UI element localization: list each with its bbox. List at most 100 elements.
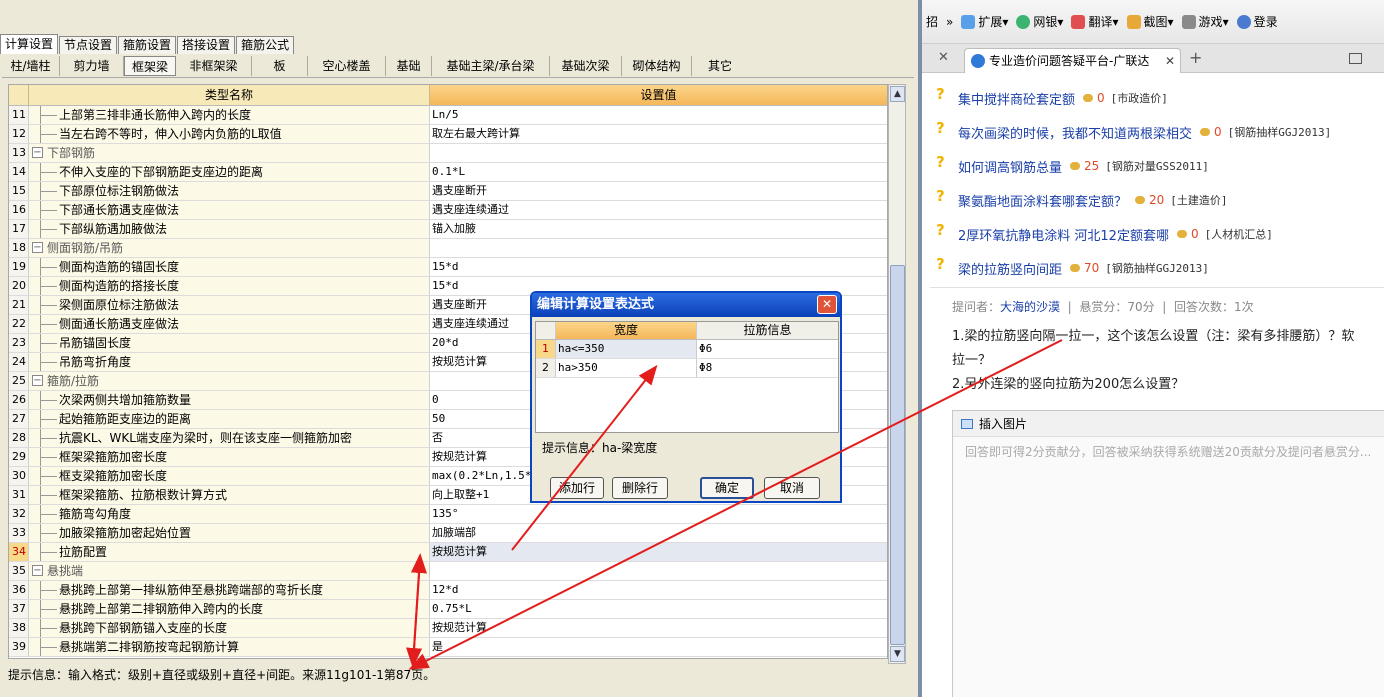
scroll-down-icon[interactable]: ▼ xyxy=(890,646,905,662)
delete-row-button[interactable]: 删除行 xyxy=(612,477,668,499)
row-number: 27 xyxy=(9,410,29,428)
question-score: 25 xyxy=(1084,159,1100,173)
tab-stirrup-formula[interactable]: 箍筋公式 xyxy=(236,36,295,54)
toolbar-screenshot[interactable]: 截图 ▾ xyxy=(1126,13,1174,30)
cat-tab-non-frame-beam[interactable]: 非框架梁 xyxy=(176,55,252,76)
table-row[interactable]: 33 加腋梁箍筋加密起始位置 加腋端部 xyxy=(9,524,887,543)
setting-value-cell[interactable]: 0.1*L xyxy=(430,163,887,181)
question-link[interactable]: 集中搅拌商砼套定额 xyxy=(958,89,1075,108)
group-row[interactable]: 13− 下部钢筋 xyxy=(9,144,887,163)
type-name-label: 框架梁箍筋、拉筋根数计算方式 xyxy=(59,488,228,502)
insert-image-button[interactable]: 插入图片 xyxy=(979,417,1027,431)
setting-value-cell[interactable] xyxy=(430,144,887,162)
answer-editor[interactable]: 插入图片 回答即可得2分贡献分，回答被采纳获得系统赠送20贡献分及提问者悬赏分.… xyxy=(952,410,1384,697)
table-row[interactable]: 37 悬挑跨上部第二排钢筋伸入跨内的长度 0.75*L xyxy=(9,600,887,619)
setting-value-cell[interactable]: 遇支座连续通过 xyxy=(430,201,887,219)
table-row[interactable]: 16 下部通长筋遇支座做法 遇支座连续通过 xyxy=(9,201,887,220)
cat-tab-masonry[interactable]: 砌体结构 xyxy=(622,55,692,76)
type-name-label: 吊筋锚固长度 xyxy=(59,336,132,350)
asker-link[interactable]: 大海的沙漠 xyxy=(1000,300,1060,314)
table-row[interactable]: 17 下部纵筋遇加腋做法 锚入加腋 xyxy=(9,220,887,239)
dialog-tie-cell[interactable]: Φ8 xyxy=(697,359,838,377)
cat-tab-shear-wall[interactable]: 剪力墙 xyxy=(60,55,124,76)
dialog-width-cell[interactable]: ha<=350 xyxy=(556,340,697,358)
toolbar-translate[interactable]: 翻译 ▾ xyxy=(1071,13,1119,30)
table-row[interactable]: 11 上部第三排非通长筋伸入跨内的长度 Ln/5 xyxy=(9,106,887,125)
cat-tab-foundation[interactable]: 基础 xyxy=(386,55,432,76)
dialog-close-icon[interactable]: ✕ xyxy=(817,295,837,314)
tab-stirrup-settings[interactable]: 箍筋设置 xyxy=(118,36,177,54)
table-row[interactable]: 32 箍筋弯勾角度 135° xyxy=(9,505,887,524)
tab-close-icon[interactable]: ✕ xyxy=(1165,49,1175,73)
setting-value-cell[interactable]: 15*d xyxy=(430,258,887,276)
vertical-scrollbar[interactable]: ▲ ▼ xyxy=(888,84,906,664)
group-row[interactable]: 18− 侧面钢筋/吊筋 xyxy=(9,239,887,258)
toolbar-item-zhao[interactable]: 招 xyxy=(926,13,938,30)
window-mode-icon[interactable] xyxy=(1349,53,1362,64)
cat-tab-slab[interactable]: 板 xyxy=(252,55,308,76)
collapse-icon[interactable]: − xyxy=(32,242,43,253)
setting-value-cell[interactable]: 按规范计算 xyxy=(430,619,887,637)
list-item: ? 集中搅拌商砼套定额 0 [市政造价] xyxy=(936,81,1384,115)
table-row[interactable]: 15 下部原位标注钢筋做法 遇支座断开 xyxy=(9,182,887,201)
add-row-button[interactable]: 添加行 xyxy=(550,477,604,499)
new-tab-icon[interactable]: + xyxy=(1189,48,1202,67)
question-link[interactable]: 聚氨酯地面涂料套哪套定额？ xyxy=(958,191,1127,210)
tree-line-icon xyxy=(29,429,59,447)
tab-calc-settings[interactable]: 计算设置 xyxy=(0,34,59,54)
cat-tab-other[interactable]: 其它 xyxy=(692,56,748,76)
table-row[interactable]: 38 悬挑跨下部钢筋锚入支座的长度 按规范计算 xyxy=(9,619,887,638)
table-row[interactable]: 14 不伸入支座的下部钢筋距支座边的距离 0.1*L xyxy=(9,163,887,182)
table-row[interactable]: 19 侧面构造筋的锚固长度 15*d xyxy=(9,258,887,277)
collapse-icon[interactable]: − xyxy=(32,147,43,158)
scroll-up-icon[interactable]: ▲ xyxy=(890,86,905,102)
setting-value-cell[interactable] xyxy=(430,562,887,580)
question-link[interactable]: 如何调高钢筋总量 xyxy=(958,157,1062,176)
browser-tab-active[interactable]: 专业造价问题答疑平台-广联达 ✕ xyxy=(964,48,1181,73)
setting-value-cell[interactable]: 按规范计算 xyxy=(430,543,887,561)
table-row[interactable]: 39 悬挑端第二排钢筋按弯起钢筋计算 是 xyxy=(9,638,887,657)
cat-tab-frame-beam[interactable]: 框架梁 xyxy=(124,55,176,76)
setting-value-cell[interactable]: 0.75*L xyxy=(430,600,887,618)
scroll-thumb[interactable] xyxy=(890,265,905,645)
toolbar-extension[interactable]: 扩展 ▾ xyxy=(961,13,1008,30)
dialog-width-cell[interactable]: ha>350 xyxy=(556,359,697,377)
close-tab-icon[interactable]: ✕ xyxy=(938,50,949,65)
setting-value-cell[interactable]: Ln/5 xyxy=(430,106,887,124)
setting-value-cell[interactable]: 是 xyxy=(430,638,887,656)
setting-value-cell[interactable]: 遇支座断开 xyxy=(430,182,887,200)
setting-value-cell[interactable]: 加腋端部 xyxy=(430,524,887,542)
setting-value-cell[interactable]: 取左右最大跨计算 xyxy=(430,125,887,143)
dialog-tie-cell[interactable]: Φ6 xyxy=(697,340,838,358)
dialog-table-row[interactable]: 1 ha<=350 Φ6 xyxy=(536,340,838,359)
type-name-label: 下部钢筋 xyxy=(47,146,96,160)
setting-value-cell[interactable]: 12*d xyxy=(430,581,887,599)
setting-value-cell[interactable]: 锚入加腋 xyxy=(430,220,887,238)
tab-lap-settings[interactable]: 搭接设置 xyxy=(177,36,236,54)
cat-tab-hollow-floor[interactable]: 空心楼盖 xyxy=(308,55,386,76)
cat-tab-foundation-secondary-beam[interactable]: 基础次梁 xyxy=(550,55,622,76)
question-link[interactable]: 每次画梁的时候，我都不知道两根梁相交 xyxy=(958,123,1192,142)
toolbar-game[interactable]: 游戏 ▾ xyxy=(1181,13,1229,30)
table-row[interactable]: 34 拉筋配置 按规范计算 xyxy=(9,543,887,562)
question-link[interactable]: 梁的拉筋竖向间距 xyxy=(958,259,1062,278)
toolbar-translate-label: 翻译 xyxy=(1088,15,1113,29)
collapse-icon[interactable]: − xyxy=(32,565,43,576)
cat-tab-foundation-main-beam[interactable]: 基础主梁/承台梁 xyxy=(432,55,550,76)
type-name-cell: 箍筋弯勾角度 xyxy=(29,505,430,523)
toolbar-bank[interactable]: 网银 ▾ xyxy=(1016,13,1063,30)
question-link[interactable]: 2厚环氧抗静电涂料 河北12定额套哪 xyxy=(958,225,1169,244)
toolbar-login[interactable]: 登录 xyxy=(1236,13,1278,30)
toolbar-more-icon[interactable]: » xyxy=(946,15,953,29)
cat-tab-column[interactable]: 柱/墙柱 xyxy=(2,55,60,76)
tab-node-settings[interactable]: 节点设置 xyxy=(59,36,118,54)
setting-value-cell[interactable]: 135° xyxy=(430,505,887,523)
table-row[interactable]: 36 悬挑跨上部第一排纵筋伸至悬挑跨端部的弯折长度 12*d xyxy=(9,581,887,600)
ok-button[interactable]: 确定 xyxy=(700,477,754,499)
cancel-button[interactable]: 取消 xyxy=(764,477,820,499)
table-row[interactable]: 12 当左右跨不等时，伸入小跨内负筋的L取值 取左右最大跨计算 xyxy=(9,125,887,144)
group-row[interactable]: 35− 悬挑端 xyxy=(9,562,887,581)
dialog-table-row[interactable]: 2 ha>350 Φ8 xyxy=(536,359,838,378)
collapse-icon[interactable]: − xyxy=(32,375,43,386)
setting-value-cell[interactable] xyxy=(430,239,887,257)
